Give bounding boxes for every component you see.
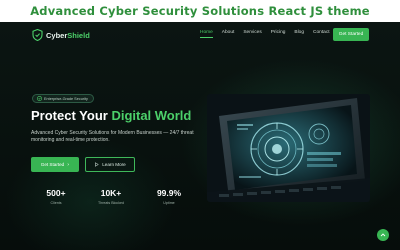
nav-link-about[interactable]: About [222, 30, 235, 35]
stat-label: Threats Blocked [98, 201, 124, 205]
hero-get-started-button[interactable]: Get Started › [31, 157, 79, 172]
stat-threats-blocked: 10K+ Threats Blocked [91, 188, 131, 205]
nav-link-contact[interactable]: Contact [313, 30, 330, 35]
hero-title: Protect Your Digital World [31, 108, 221, 123]
play-icon [95, 162, 100, 167]
security-monitor-illustration [207, 94, 370, 202]
nav-link-pricing[interactable]: Pricing [271, 30, 286, 35]
stat-uptime: 99.9% Uptime [149, 188, 189, 205]
stat-label: Uptime [163, 201, 175, 205]
hero-description: Advanced Cyber Security Solutions for Mo… [31, 130, 194, 144]
nav-get-started-button[interactable]: Get Started [333, 28, 369, 41]
website-preview: CyberShield Home About Services Pricing … [0, 22, 400, 250]
stat-clients: 500+ Clients [36, 188, 76, 205]
shield-icon [32, 29, 43, 41]
logo-text-primary: Cyber [46, 30, 68, 40]
navbar: CyberShield Home About Services Pricing … [0, 22, 400, 48]
chevron-up-icon [380, 233, 386, 237]
scroll-to-top-button[interactable] [377, 229, 389, 241]
hero-get-started-label: Get Started [40, 162, 65, 167]
enterprise-badge: Enterprise-Grade Security [32, 94, 94, 103]
stat-value: 99.9% [156, 188, 182, 198]
banner: Advanced Cyber Security Solutions React … [0, 0, 400, 22]
shield-check-icon [37, 96, 42, 101]
logo-text: CyberShield [46, 31, 90, 40]
nav-link-home[interactable]: Home [200, 30, 213, 38]
stat-label: Clients [50, 201, 62, 205]
arrow-right-icon: › [67, 161, 70, 168]
nav-link-services[interactable]: Services [243, 30, 261, 35]
banner-title: Advanced Cyber Security Solutions React … [30, 4, 370, 18]
learn-more-button[interactable]: Learn More [85, 157, 135, 172]
learn-more-label: Learn More [102, 162, 126, 167]
stat-value: 500+ [46, 188, 66, 198]
nav-link-blog[interactable]: Blog [294, 30, 304, 35]
badge-text: Enterprise-Grade Security [44, 96, 88, 101]
logo[interactable]: CyberShield [32, 29, 90, 41]
logo-text-accent: Shield [67, 30, 90, 40]
stat-value: 10K+ [100, 188, 122, 198]
hero-title-accent: Digital World [111, 108, 192, 123]
hero-image [207, 94, 370, 202]
hero-title-main: Protect Your [31, 108, 112, 123]
nav-menu: Home About Services Pricing Blog Contact [200, 30, 339, 38]
